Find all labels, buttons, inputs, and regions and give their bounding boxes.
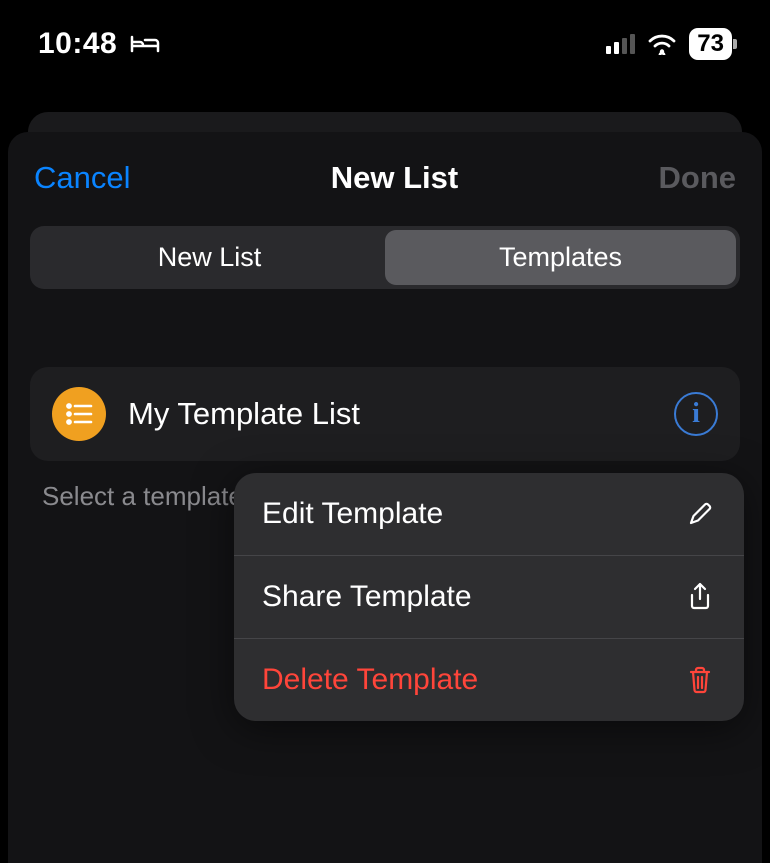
tab-new-list[interactable]: New List	[34, 230, 385, 285]
cancel-button[interactable]: Cancel	[34, 160, 131, 196]
menu-label-share: Share Template	[262, 580, 472, 614]
pencil-icon	[684, 498, 716, 530]
page-title: New List	[331, 160, 458, 196]
battery-indicator: 73	[689, 28, 732, 60]
nav-bar: Cancel New List Done	[24, 132, 746, 226]
context-menu: Edit Template Share Template Delete Temp…	[234, 473, 744, 721]
share-icon	[684, 581, 716, 613]
cellular-icon	[606, 34, 636, 54]
template-row[interactable]: My Template List i	[30, 367, 740, 461]
status-right: 73	[606, 28, 732, 60]
menu-item-delete[interactable]: Delete Template	[234, 639, 744, 721]
done-button[interactable]: Done	[659, 160, 737, 196]
status-bar: 10:48 73	[0, 0, 770, 80]
battery-level: 73	[697, 30, 724, 57]
menu-item-edit[interactable]: Edit Template	[234, 473, 744, 556]
list-icon	[52, 387, 106, 441]
sleep-icon	[129, 32, 161, 56]
template-name-label: My Template List	[128, 396, 652, 432]
wifi-icon	[647, 33, 677, 55]
status-time: 10:48	[38, 27, 117, 61]
menu-label-delete: Delete Template	[262, 663, 478, 697]
info-button[interactable]: i	[674, 392, 718, 436]
tab-templates[interactable]: Templates	[385, 230, 736, 285]
trash-icon	[684, 664, 716, 696]
status-left: 10:48	[38, 27, 161, 61]
menu-item-share[interactable]: Share Template	[234, 556, 744, 639]
info-icon: i	[692, 398, 700, 430]
segmented-control[interactable]: New List Templates	[30, 226, 740, 289]
menu-label-edit: Edit Template	[262, 497, 443, 531]
